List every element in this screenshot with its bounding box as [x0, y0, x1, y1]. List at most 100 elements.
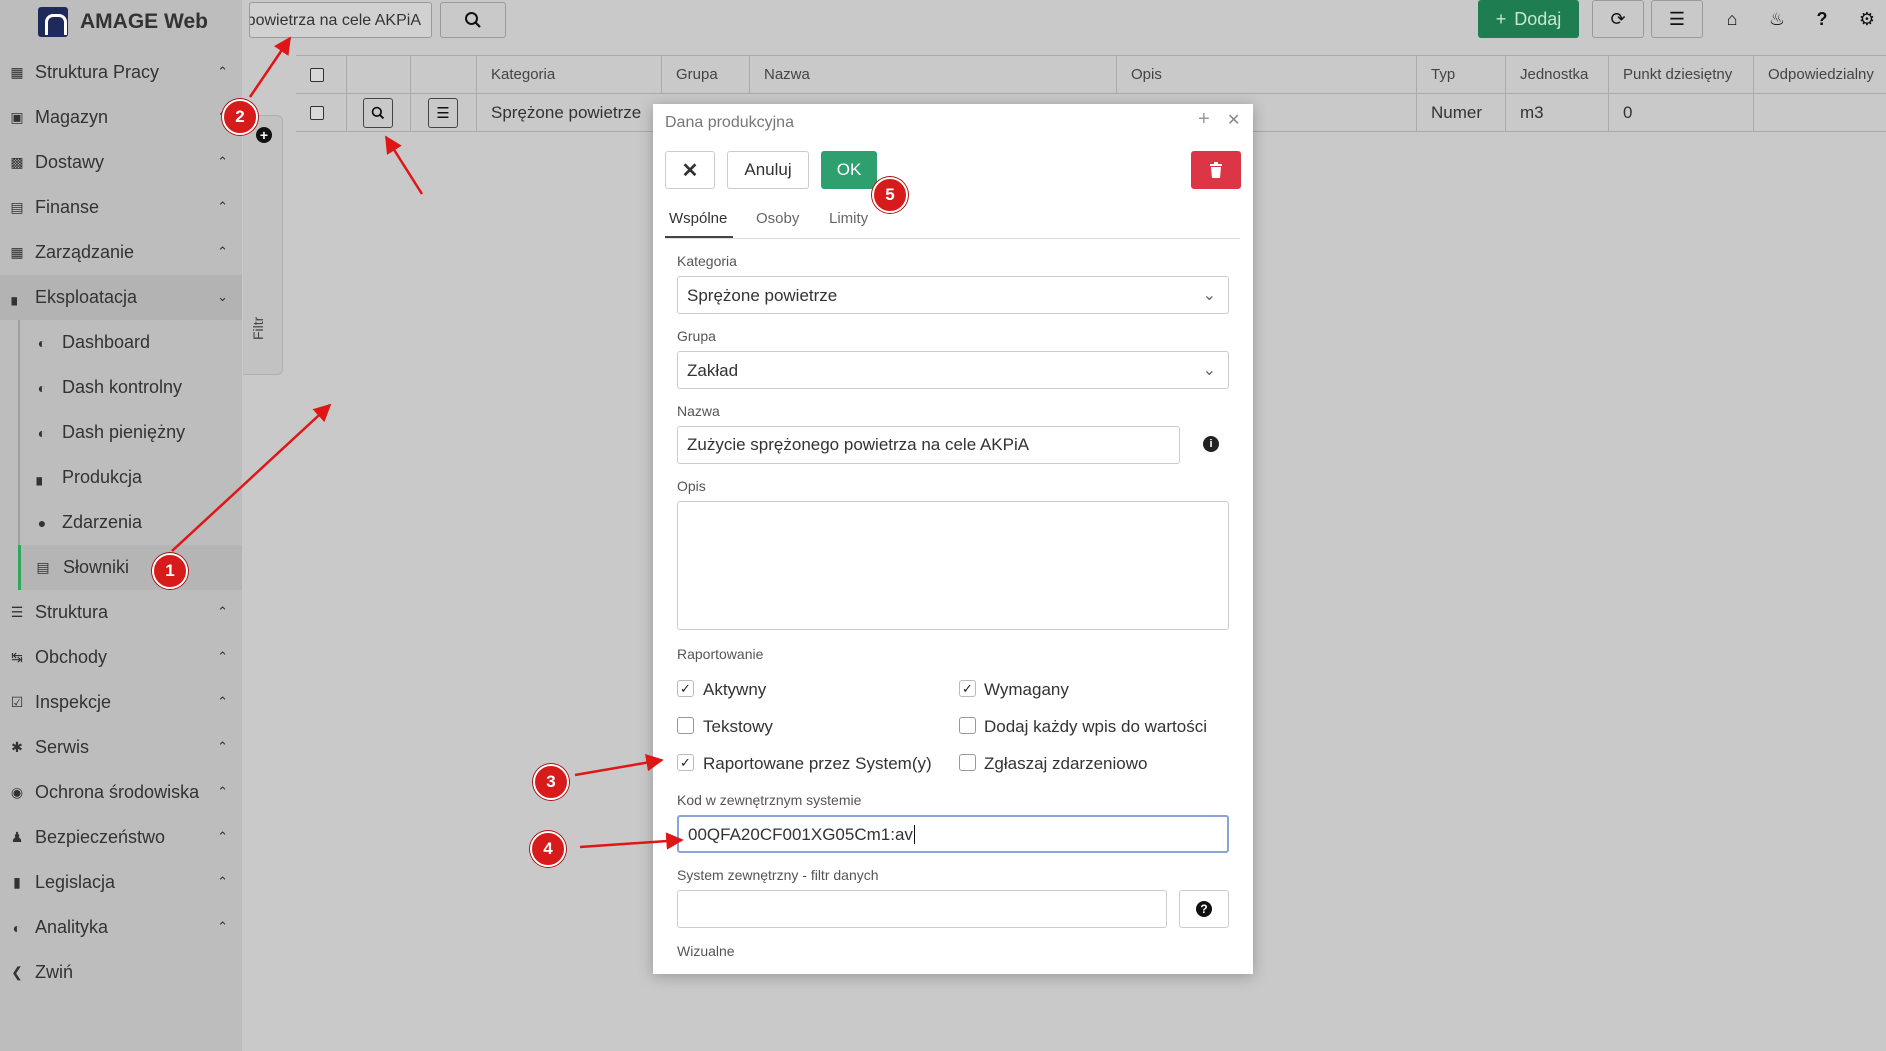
info-icon[interactable]: i	[1203, 436, 1219, 452]
row-select-cell[interactable]	[296, 94, 346, 131]
header-action-cell	[410, 56, 476, 93]
home-icon: ⌂	[1726, 8, 1738, 29]
cell-typ: Numer	[1416, 94, 1505, 131]
sidebar-item-inspekcje[interactable]: ☑ Inspekcje ⌃	[0, 680, 242, 725]
row-menu-button[interactable]: ☰	[428, 97, 458, 128]
help-button[interactable]: ?	[1803, 0, 1841, 38]
building-icon: ▦	[10, 244, 24, 260]
sidebar-subitem-dashboard[interactable]: ◐ Dashboard	[18, 320, 242, 365]
app-logo[interactable]: AMAGE Web	[0, 0, 242, 44]
sidebar-subitem-produkcja[interactable]: ▖ Produkcja	[18, 455, 242, 500]
chevron-up-icon: ⌃	[217, 919, 228, 934]
refresh-button[interactable]: ⟳	[1592, 0, 1644, 38]
sidebar-item-obchody[interactable]: ↹ Obchody ⌃	[0, 635, 242, 680]
select-all-cell[interactable]	[296, 56, 346, 93]
tab-limity[interactable]: Limity	[829, 210, 868, 227]
sidebar-item-struktura-pracy[interactable]: ▦ Struktura Pracy ⌃	[0, 50, 242, 95]
close-button[interactable]: ✕	[665, 151, 715, 189]
sidebar-item-label: Zarządzanie	[35, 242, 135, 262]
column-header-punkt-dziesietny[interactable]: Punkt dziesiętny	[1608, 56, 1753, 93]
chevron-up-icon: ⌃	[217, 64, 228, 79]
wymagany-checkbox[interactable]: ✓	[959, 680, 976, 697]
dodaj-kazdy-wpis-checkbox[interactable]	[959, 717, 976, 734]
annotation-badge-5: 5	[872, 177, 908, 213]
amage-logo-icon	[38, 7, 68, 37]
zglaszaj-zdarzeniowo-checkbox[interactable]	[959, 754, 976, 771]
sidebar-subitem-slowniki[interactable]: ▤ Słowniki	[18, 545, 242, 590]
check-icon: ✓	[680, 680, 691, 696]
sidebar-item-serwis[interactable]: ✱ Serwis ⌃	[0, 725, 242, 770]
chevron-up-icon: ⌃	[217, 694, 228, 709]
chevron-up-icon: ⌃	[217, 649, 228, 664]
column-header-grupa[interactable]: Grupa	[661, 56, 749, 93]
sidebar-item-legislacja[interactable]: ▮ Legislacja ⌃	[0, 860, 242, 905]
sidebar-item-label: Legislacja	[35, 872, 116, 892]
kategoria-label: Kategoria	[677, 253, 737, 269]
tekstowy-checkbox[interactable]	[677, 717, 694, 734]
sidebar-item-zarzadzanie[interactable]: ▦ Zarządzanie ⌃	[0, 230, 242, 275]
aktywny-label: Aktywny	[703, 680, 767, 699]
sidebar-item-label: Bezpieczeństwo	[35, 827, 166, 847]
gauge-icon: ◐	[37, 424, 47, 441]
kod-label: Kod w zewnętrznym systemie	[677, 792, 862, 808]
sidebar-item-label: Produkcja	[62, 467, 143, 487]
kod-zewnetrzny-input[interactable]: 00QFA20CF001XG05Cm1:av	[677, 815, 1229, 853]
delete-button[interactable]	[1191, 151, 1241, 189]
filtr-danych-input[interactable]	[677, 890, 1167, 928]
ok-button[interactable]: OK	[821, 151, 877, 189]
maximize-icon[interactable]: +	[1198, 108, 1210, 131]
notifications-button[interactable]: ♨	[1758, 0, 1796, 38]
sidebar-item-ochrona-srodowiska[interactable]: ◉ Ochrona środowiska ⌃	[0, 770, 242, 815]
tab-osoby[interactable]: Osoby	[756, 210, 799, 227]
settings-button[interactable]: ⚙	[1848, 0, 1886, 38]
industry-icon: ▖	[36, 469, 48, 485]
sidebar-item-magazyn[interactable]: ▣Magazyn⌃	[0, 95, 242, 140]
kategoria-select[interactable]: Sprężone powietrze ⌄	[677, 276, 1229, 314]
cancel-button[interactable]: Anuluj	[727, 151, 809, 189]
plus-circle-icon[interactable]: +	[256, 127, 272, 143]
column-header-nazwa[interactable]: Nazwa	[749, 56, 1116, 93]
row-checkbox[interactable]	[310, 105, 324, 120]
sidebar-item-struktura[interactable]: ☰ Struktura ⌃	[0, 590, 242, 635]
row-view-button[interactable]	[363, 97, 393, 128]
building-icon: ▦	[10, 64, 24, 80]
tab-wspolne[interactable]: Wspólne	[669, 210, 727, 227]
close-icon[interactable]: ✕	[1227, 110, 1240, 130]
add-button[interactable]: + Dodaj	[1478, 0, 1579, 38]
sidebar-item-label: Serwis	[35, 737, 90, 757]
column-header-odpowiedzialny[interactable]: Odpowiedzialny	[1753, 56, 1886, 93]
column-header-opis[interactable]: Opis	[1116, 56, 1416, 93]
opis-textarea[interactable]	[677, 501, 1229, 630]
search-input[interactable]: Zużycie sprężonego powietrza na cele AKP…	[249, 2, 432, 38]
sidebar-item-finanse[interactable]: ▤ Finanse ⌃	[0, 185, 242, 230]
aktywny-checkbox[interactable]: ✓	[677, 680, 694, 697]
text-cursor	[913, 825, 915, 844]
home-button[interactable]: ⌂	[1713, 0, 1751, 38]
sidebar-item-label: Dash pieniężny	[62, 422, 186, 442]
column-header-typ[interactable]: Typ	[1416, 56, 1505, 93]
search-button[interactable]	[440, 2, 506, 38]
select-all-checkbox[interactable]	[310, 67, 324, 82]
sidebar-subitem-dash-pieniezny[interactable]: ◐ Dash pieniężny	[18, 410, 242, 455]
chevron-up-icon: ⌃	[217, 874, 228, 889]
sidebar-item-label: Struktura Pracy	[35, 62, 160, 82]
sidebar-item-bezpieczenstwo[interactable]: ♟ Bezpieczeństwo ⌃	[0, 815, 242, 860]
column-header-jednostka[interactable]: Jednostka	[1505, 56, 1608, 93]
sidebar-item-eksploatacja[interactable]: ▖ Eksploatacja ⌄	[0, 275, 242, 320]
sidebar-subitem-dash-kontrolny[interactable]: ◐ Dash kontrolny	[18, 365, 242, 410]
column-header-kategoria[interactable]: Kategoria	[476, 56, 661, 93]
sidebar-item-dostawy[interactable]: ▩ Dostawy ⌃	[0, 140, 242, 185]
checkbox-icon: ☑	[10, 694, 24, 710]
raportowane-przez-system-checkbox[interactable]: ✓	[677, 754, 694, 771]
nazwa-input[interactable]: Zużycie sprężonego powietrza na cele AKP…	[677, 426, 1180, 464]
grupa-select[interactable]: Zakład ⌄	[677, 351, 1229, 389]
menu-button[interactable]: ☰	[1651, 0, 1703, 38]
sidebar-subitem-zdarzenia[interactable]: ● Zdarzenia	[18, 500, 242, 545]
filtr-help-button[interactable]: ?	[1179, 890, 1229, 928]
route-icon: ↹	[11, 649, 23, 665]
kategoria-value: Sprężone powietrze	[687, 286, 838, 305]
dialog-title: Dana produkcyjna	[665, 114, 794, 131]
arrow-search	[384, 135, 424, 195]
sidebar-collapse[interactable]: ❮ Zwiń	[0, 950, 242, 995]
sidebar-item-analityka[interactable]: ◐ Analityka ⌃	[0, 905, 242, 950]
